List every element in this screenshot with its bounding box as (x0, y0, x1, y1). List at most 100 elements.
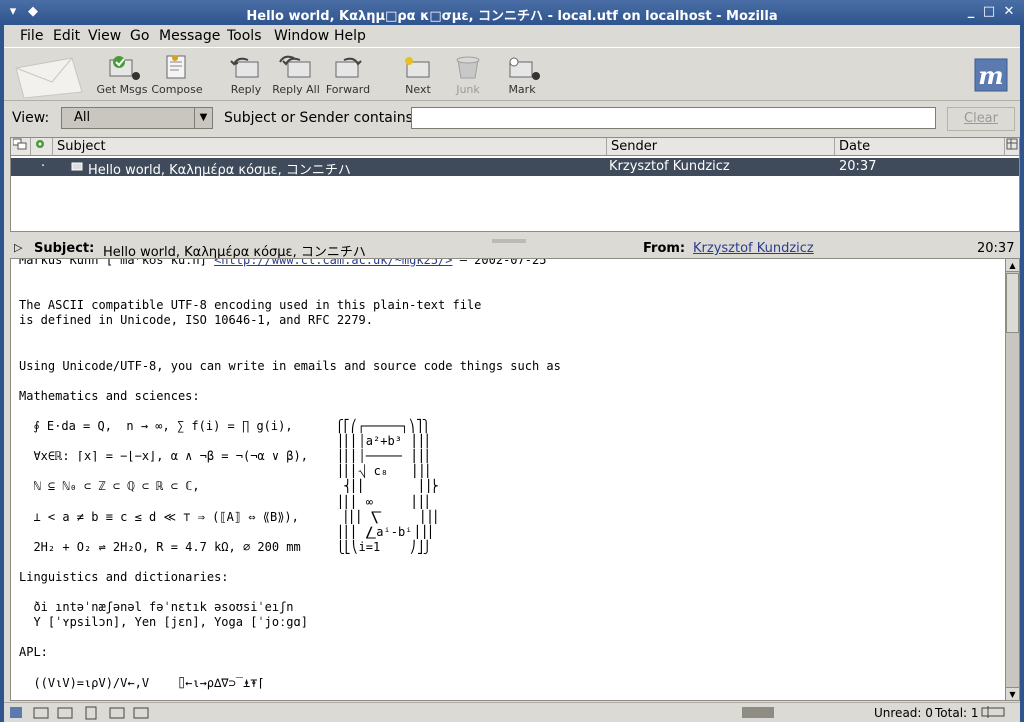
column-picker-icon[interactable] (1005, 138, 1019, 155)
thread-pane-header: Subject Sender Date (10, 137, 1020, 156)
reply-all-icon (279, 55, 311, 78)
body-line (19, 344, 561, 359)
total-count: Total: 1 (935, 706, 979, 720)
component-bar-icons (10, 706, 149, 720)
compose-icon (166, 55, 186, 79)
mark-icon (509, 57, 540, 80)
close-icon[interactable]: ✕ (1000, 3, 1018, 21)
body-line: ⊥ < a ≠ b ≡ c ≤ d ≪ ⊤ ⇒ (⟦A⟧ ⇔ ⟪B⟫), ⎪⎢⎜… (19, 509, 440, 524)
menu-view[interactable]: View (88, 28, 121, 44)
forward-button[interactable]: Forward (318, 50, 378, 98)
window-titlebar[interactable]: ▾ ◆ Hello world, Καλημ□ρα κ□σμε, コンニチハ -… (0, 0, 1024, 25)
scroll-thumb[interactable] (1006, 273, 1019, 333)
message-subject: Hello world, Καλημέρα κόσμε, コンニチハ (88, 163, 351, 178)
reply-label: Reply (230, 83, 262, 96)
body-line (19, 585, 561, 600)
next-label: Next (405, 83, 431, 96)
body-line (19, 630, 561, 645)
scroll-down-icon[interactable]: ▼ (1006, 687, 1019, 700)
menu-help[interactable]: Help (334, 28, 366, 44)
menu-file[interactable]: File (20, 28, 43, 44)
compose-label: Compose (151, 83, 203, 96)
junk-status-column[interactable] (31, 138, 53, 155)
body-line: ((V⍳V)=⍳⍴V)/V←,V ⌷←⍳→⍴∆∇⊃‾⍎⍕⌈ (19, 675, 265, 690)
mail-window: File Edit View Go Message Tools Window H… (4, 25, 1020, 722)
menu-tools[interactable]: Tools (227, 28, 262, 44)
body-line: ⎪⎢⎜⎷ c₈ ⎟⎥⎪ (19, 464, 432, 479)
reply-icon (230, 57, 259, 78)
table-row[interactable]: · Hello world, Καλημέρα κόσμε, コンニチハ Krz… (11, 158, 1019, 178)
pane-splitter[interactable] (484, 233, 534, 243)
clear-button[interactable]: Clear (947, 107, 1015, 131)
body-line: ði ıntəˈnæʃənəl fəˈnɛtık əsoʊsiˈeıʃn (19, 600, 294, 615)
body-line: ⎪⎢⎜ ∞ ⎟⎥⎪ (19, 494, 431, 509)
from-link[interactable]: Krzysztof Kundzicz (693, 241, 814, 256)
view-label: View: (12, 110, 50, 126)
get-msgs-icon (109, 56, 140, 80)
gear-icon (36, 140, 44, 148)
compose-button[interactable]: Compose (147, 50, 207, 98)
body-line: ∀x∈ℝ: ⌈x⌉ = −⌊−x⌋, α ∧ ¬β = ¬(¬α ∨ β), ⎪… (19, 449, 431, 464)
message-sender: Krzysztof Kundzicz (609, 159, 730, 174)
minimize-icon[interactable]: _ (962, 3, 980, 21)
get-msgs-button[interactable]: Get Msgs (92, 50, 152, 98)
subject-label: Subject: (34, 241, 95, 256)
chevron-down-icon: ▼ (194, 108, 212, 128)
homepage-link[interactable]: <http://www.cl.cam.ac.uk/~mgk25/> (214, 259, 452, 267)
column-header-date[interactable]: Date (835, 138, 1005, 155)
body-line (19, 283, 561, 298)
progress-meter (742, 707, 774, 718)
menu-window[interactable]: Window (274, 28, 329, 44)
menubar: File Edit View Go Message Tools Window H… (4, 25, 1020, 47)
menu-go[interactable]: Go (130, 28, 149, 44)
view-select[interactable]: All ▼ (61, 107, 213, 129)
junk-button[interactable]: Junk (438, 50, 498, 98)
column-header-subject[interactable]: Subject (53, 138, 607, 155)
message-body[interactable]: Markus Kuhn [ˈmaʳkʊs kuːn] <http://www.c… (10, 258, 1006, 701)
mozilla-throbber-icon[interactable]: m (974, 58, 1008, 92)
message-date: 20:37 (839, 159, 877, 174)
column-header-sender[interactable]: Sender (607, 138, 835, 155)
body-line: ⎪⎢⎜│a²+b³ ⎟⎥⎪ (19, 434, 431, 449)
mail-envelope-logo-icon (15, 57, 83, 98)
body-line: Using Unicode/UTF-8, you can write in em… (19, 358, 561, 373)
column-picker-grid-icon (1006, 138, 1018, 150)
menu-edit[interactable]: Edit (53, 28, 80, 44)
menu-message[interactable]: Message (159, 28, 220, 44)
window-border-right (1020, 25, 1024, 722)
header-time: 20:37 (977, 241, 1015, 256)
body-line (19, 268, 561, 283)
scroll-up-icon[interactable]: ▲ (1006, 259, 1019, 272)
thread-list[interactable]: · Hello world, Καλημέρα κόσμε, コンニチハ Krz… (10, 156, 1020, 232)
body-line: Linguistics and dictionaries: (19, 569, 229, 584)
online-status-icon[interactable] (980, 705, 1008, 722)
body-line: APL: (19, 645, 48, 660)
search-label: Subject or Sender contains: (224, 110, 418, 126)
reply-all-label: Reply All (272, 83, 320, 96)
unread-count: Unread: 0 (874, 706, 933, 720)
thread-icon (12, 138, 27, 150)
junk-label: Junk (456, 83, 480, 96)
search-bar: View: All ▼ Subject or Sender contains: … (4, 103, 1020, 133)
mark-button[interactable]: Mark (492, 50, 552, 98)
body-line: Markus Kuhn [ˈmaʳkʊs kuːn] <http://www.c… (19, 259, 561, 268)
message-scrollbar[interactable]: ▲ ▼ (1006, 258, 1020, 701)
body-line: is defined in Unicode, ISO 10646-1, and … (19, 313, 374, 328)
message-header: ▷ Subject: Hello world, Καλημέρα κόσμε, … (10, 240, 1020, 260)
unread-dot-icon: · (41, 159, 46, 174)
reply-all-button[interactable]: Reply All (266, 50, 326, 98)
search-input[interactable] (411, 107, 936, 129)
expand-header-icon[interactable]: ▷ (14, 241, 22, 254)
body-line: ∮ E⋅da = Q, n → ∞, ∑ f(i) = ∏ g(i), ⎧⎡⎛┌… (19, 419, 430, 434)
body-line: ℕ ⊆ ℕ₀ ⊂ ℤ ⊂ ℚ ⊂ ℝ ⊂ ℂ, ⎨⎢⎜ ⎟⎥⎬ (19, 479, 439, 494)
window-title: Hello world, Καλημ□ρα κ□σμε, コンニチハ - loc… (246, 9, 778, 24)
status-bar: Unread: 0 Total: 1 (4, 702, 1020, 722)
svg-text:m: m (978, 61, 1003, 90)
body-line (19, 555, 561, 570)
maximize-icon[interactable]: □ (980, 3, 998, 21)
body-line: Y [ˈʏpsilɔn], Yen [jɛn], Yoga [ˈjoːgɑ] (19, 615, 308, 630)
mark-label: Mark (508, 83, 536, 96)
forward-icon (335, 57, 362, 78)
thread-column-icon[interactable] (11, 138, 31, 155)
body-line: ⎪⎢⎜ ⎳aⁱ-bⁱ⎟⎥⎪ (19, 524, 435, 539)
